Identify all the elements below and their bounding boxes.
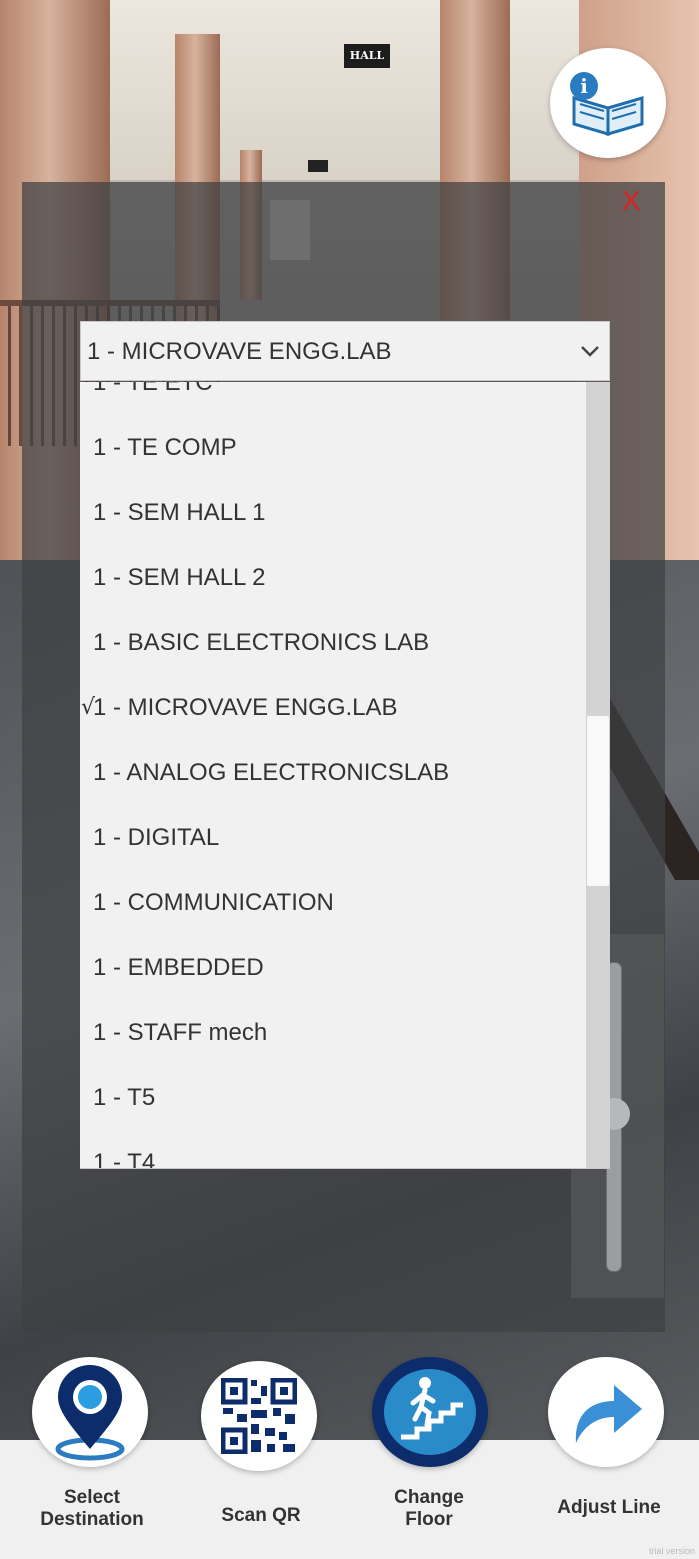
option-label: 1 - TE COMP — [93, 434, 237, 461]
dropdown-list[interactable]: 1 - TE ETC 1 - TE COMP 1 - SEM HALL 1 1 … — [80, 382, 610, 1169]
info-book-icon: i — [570, 72, 644, 137]
scan-qr-label: Scan QR — [221, 1505, 301, 1526]
destination-dropdown[interactable]: 1 - MICROVAVE ENGG.LAB — [80, 321, 610, 381]
option-label: 1 - COMMUNICATION — [93, 889, 334, 916]
select-destination-label: Select Destination — [40, 1487, 144, 1530]
change-floor-label: Change Floor — [394, 1487, 464, 1530]
stairs-icon — [384, 1369, 476, 1455]
select-destination-button[interactable] — [32, 1357, 148, 1467]
change-floor-button[interactable] — [372, 1357, 488, 1467]
dropdown-option[interactable]: 1 - ANALOG ELECTRONICSLAB — [80, 740, 585, 805]
qr-code-icon — [221, 1378, 297, 1454]
hall-sign-small — [308, 160, 328, 172]
dropdown-scroll-thumb[interactable] — [587, 716, 609, 886]
map-pin-icon — [55, 1365, 125, 1461]
option-label: 1 - EMBEDDED — [93, 954, 264, 981]
dropdown-selected-value: 1 - MICROVAVE ENGG.LAB — [87, 338, 392, 365]
option-label: 1 - SEM HALL 2 — [93, 564, 266, 591]
dropdown-option[interactable]: 1 - SEM HALL 1 — [80, 480, 585, 545]
curved-arrow-icon — [575, 1385, 642, 1443]
dropdown-option[interactable]: 1 - EMBEDDED — [80, 935, 585, 1000]
hall-sign: HALL — [344, 44, 390, 68]
dropdown-option[interactable]: 1 - T4 — [80, 1130, 585, 1169]
dropdown-option[interactable]: 1 - DIGITAL — [80, 805, 585, 870]
dropdown-option[interactable]: 1 - T5 — [80, 1065, 585, 1130]
option-label: 1 - STAFF mech — [93, 1019, 268, 1046]
option-label: 1 - DIGITAL — [93, 824, 220, 851]
adjust-line-label: Adjust Line — [557, 1497, 661, 1518]
option-label: 1 - T5 — [93, 1084, 156, 1111]
svg-text:i: i — [580, 74, 588, 98]
dropdown-option-selected[interactable]: √ 1 - MICROVAVE ENGG.LAB — [80, 675, 585, 740]
dropdown-option[interactable]: 1 - TE ETC — [80, 382, 585, 415]
dropdown-option[interactable]: 1 - COMMUNICATION — [80, 870, 585, 935]
chevron-down-icon — [581, 346, 599, 357]
dropdown-option[interactable]: 1 - BASIC ELECTRONICS LAB — [80, 610, 585, 675]
dropdown-option[interactable]: 1 - STAFF mech — [80, 1000, 585, 1065]
close-button[interactable]: X — [616, 186, 646, 216]
scan-qr-button[interactable] — [201, 1361, 317, 1471]
option-label: 1 - T4 — [93, 1149, 156, 1169]
watermark: trial version — [648, 1546, 695, 1556]
option-label: 1 - SEM HALL 1 — [93, 499, 266, 526]
dropdown-option[interactable]: 1 - TE COMP — [80, 415, 585, 480]
dropdown-option[interactable]: 1 - SEM HALL 2 — [80, 545, 585, 610]
info-button[interactable]: i — [550, 48, 666, 158]
option-label: 1 - ANALOG ELECTRONICSLAB — [93, 759, 450, 786]
option-label: 1 - TE ETC — [93, 382, 213, 396]
adjust-line-button[interactable] — [548, 1357, 664, 1467]
option-label: 1 - MICROVAVE ENGG.LAB — [93, 694, 398, 721]
option-label: 1 - BASIC ELECTRONICS LAB — [93, 629, 430, 656]
